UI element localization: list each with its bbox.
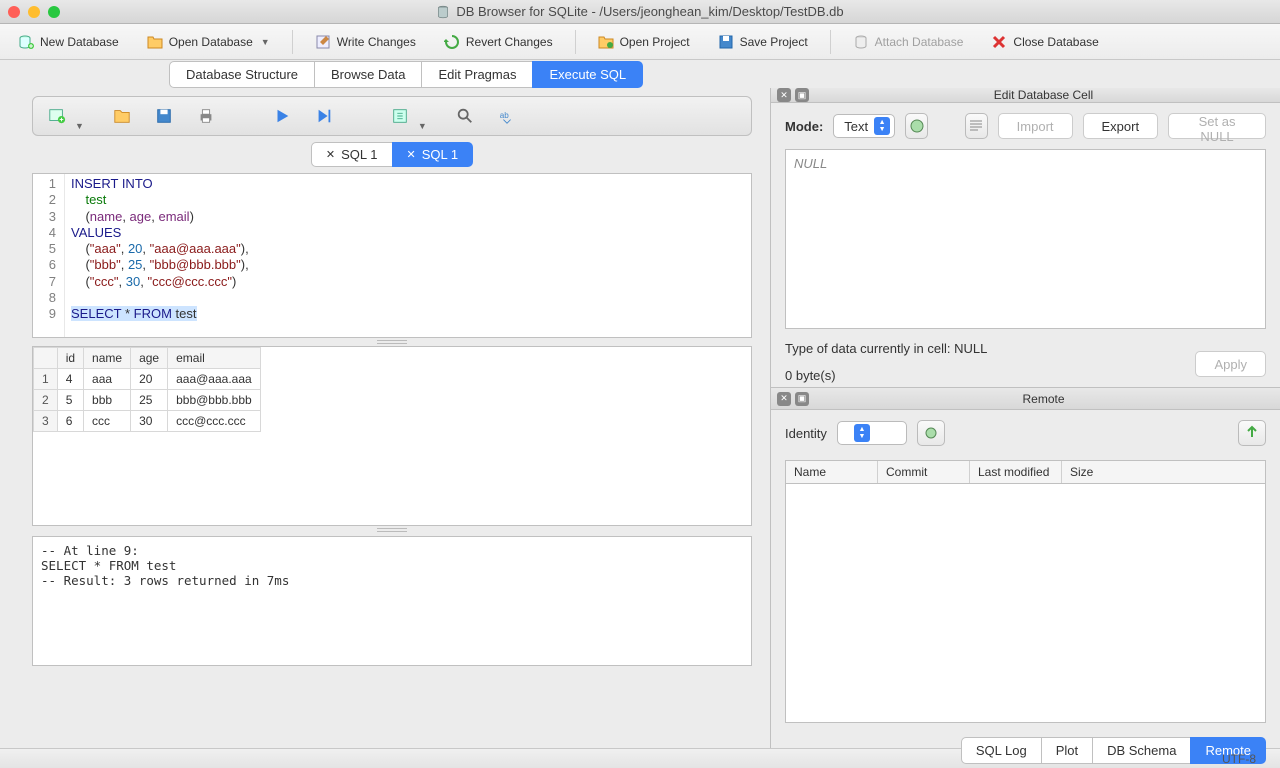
window-maximize-button[interactable] [48,6,60,18]
chevron-down-icon[interactable]: ▼ [418,121,427,131]
find-button[interactable] [451,102,479,130]
save-project-label: Save Project [740,35,808,49]
chevron-down-icon: ▼ [261,37,270,47]
col-size: Size [1062,461,1265,483]
sql-editor[interactable]: 123456789 INSERT INTO test (name, age, e… [32,173,752,338]
attach-database-icon [853,34,869,50]
close-icon[interactable]: ✕ [326,148,335,161]
editor-gutter: 123456789 [33,174,65,337]
select-arrows-icon: ▲▼ [874,117,890,135]
identity-label: Identity [785,426,827,441]
new-database-label: New Database [40,35,119,49]
sql-toolbar: ▼ ▼ ab [32,96,752,136]
revert-changes-button[interactable]: Revert Changes [434,30,563,54]
sql-file-tabs: ✕ SQL 1 ✕ SQL 1 [32,142,752,167]
justify-button[interactable] [965,113,988,139]
col-modified: Last modified [970,461,1062,483]
revert-changes-label: Revert Changes [466,35,553,49]
save-project-icon [718,34,734,50]
sql-log-output: -- At line 9: SELECT * FROM test -- Resu… [32,536,752,666]
close-icon[interactable]: ✕ [407,148,416,161]
identity-select[interactable]: ▲▼ [837,421,907,445]
mode-value: Text [844,119,868,134]
revert-changes-icon [444,34,460,50]
tab-db-schema[interactable]: DB Schema [1092,737,1191,764]
tab-sql-log[interactable]: SQL Log [961,737,1042,764]
panel-close-button[interactable]: ✕ [777,392,791,406]
open-database-icon [147,34,163,50]
cell-value-textarea[interactable]: NULL [785,149,1266,329]
set-null-button[interactable]: Set as NULL [1168,113,1266,139]
tab-execute-sql[interactable]: Execute SQL [532,61,643,88]
attach-database-button: Attach Database [843,30,974,54]
edit-cell-panel-header: ✕ ▣ Edit Database Cell [771,88,1280,103]
open-sql-file-button[interactable] [108,102,136,130]
new-sql-tab-button[interactable] [43,102,71,130]
encoding-label: UTF-8 [1222,752,1256,766]
write-changes-label: Write Changes [337,35,416,49]
execute-line-button[interactable] [310,102,338,130]
open-project-icon [598,34,614,50]
close-database-label: Close Database [1013,35,1098,49]
format-text-button[interactable] [905,113,928,139]
col-name: Name [786,461,878,483]
results-table[interactable]: idnameageemail14aaa20aaa@aaa.aaa25bbb25b… [32,346,752,526]
sql-tab-2[interactable]: ✕ SQL 1 [392,142,474,167]
mode-select[interactable]: Text ▲▼ [833,114,895,138]
remote-table-body[interactable] [785,483,1266,723]
panel-title: Remote [813,392,1274,406]
new-database-button[interactable]: New Database [8,30,129,54]
svg-text:ab: ab [500,111,509,120]
mode-label: Mode: [785,119,823,134]
import-button[interactable]: Import [998,113,1073,139]
tab-database-structure[interactable]: Database Structure [169,61,315,88]
open-database-label: Open Database [169,35,253,49]
open-project-button[interactable]: Open Project [588,30,700,54]
tab-plot[interactable]: Plot [1041,737,1093,764]
write-changes-button[interactable]: Write Changes [305,30,426,54]
sql-tab-label: SQL 1 [422,147,458,162]
close-database-button[interactable]: Close Database [981,30,1108,54]
open-database-button[interactable]: Open Database ▼ [137,30,280,54]
save-project-button[interactable]: Save Project [708,30,818,54]
export-button[interactable]: Export [1083,113,1159,139]
view-tabs: Database Structure Browse Data Edit Prag… [0,60,1280,88]
find-replace-button[interactable]: ab [493,102,521,130]
panel-detach-button[interactable]: ▣ [795,88,809,102]
window-close-button[interactable] [8,6,20,18]
print-button[interactable] [192,102,220,130]
select-arrows-icon: ▲▼ [854,424,870,442]
open-project-label: Open Project [620,35,690,49]
refresh-remote-button[interactable] [917,420,945,446]
chevron-down-icon[interactable]: ▼ [75,121,84,131]
tab-edit-pragmas[interactable]: Edit Pragmas [421,61,533,88]
window-titlebar: DB Browser for SQLite - /Users/jeonghean… [0,0,1280,24]
sql-tab-label: SQL 1 [341,147,377,162]
editor-code[interactable]: INSERT INTO test (name, age, email) VALU… [65,174,751,337]
apply-button[interactable]: Apply [1195,351,1266,377]
bottom-panel-tabs: SQL Log Plot DB Schema Remote [771,733,1280,768]
attach-database-label: Attach Database [875,35,964,49]
database-icon [436,5,450,19]
tab-browse-data[interactable]: Browse Data [314,61,422,88]
remote-panel-header: ✕ ▣ Remote [771,388,1280,410]
col-commit: Commit [878,461,970,483]
execute-all-button[interactable] [268,102,296,130]
horizontal-splitter[interactable] [32,338,752,346]
save-results-button[interactable] [386,102,414,130]
window-minimize-button[interactable] [28,6,40,18]
panel-title: Edit Database Cell [813,88,1274,102]
sql-tab-1[interactable]: ✕ SQL 1 [311,142,393,167]
remote-table-header: Name Commit Last modified Size [785,460,1266,483]
write-changes-icon [315,34,331,50]
main-toolbar: New Database Open Database ▼ Write Chang… [0,24,1280,60]
close-database-icon [991,34,1007,50]
new-database-icon [18,34,34,50]
panel-close-button[interactable]: ✕ [777,88,791,102]
save-sql-file-button[interactable] [150,102,178,130]
push-remote-button[interactable] [1238,420,1266,446]
horizontal-splitter[interactable] [32,526,752,534]
window-title: DB Browser for SQLite - /Users/jeonghean… [456,4,843,19]
panel-detach-button[interactable]: ▣ [795,392,809,406]
